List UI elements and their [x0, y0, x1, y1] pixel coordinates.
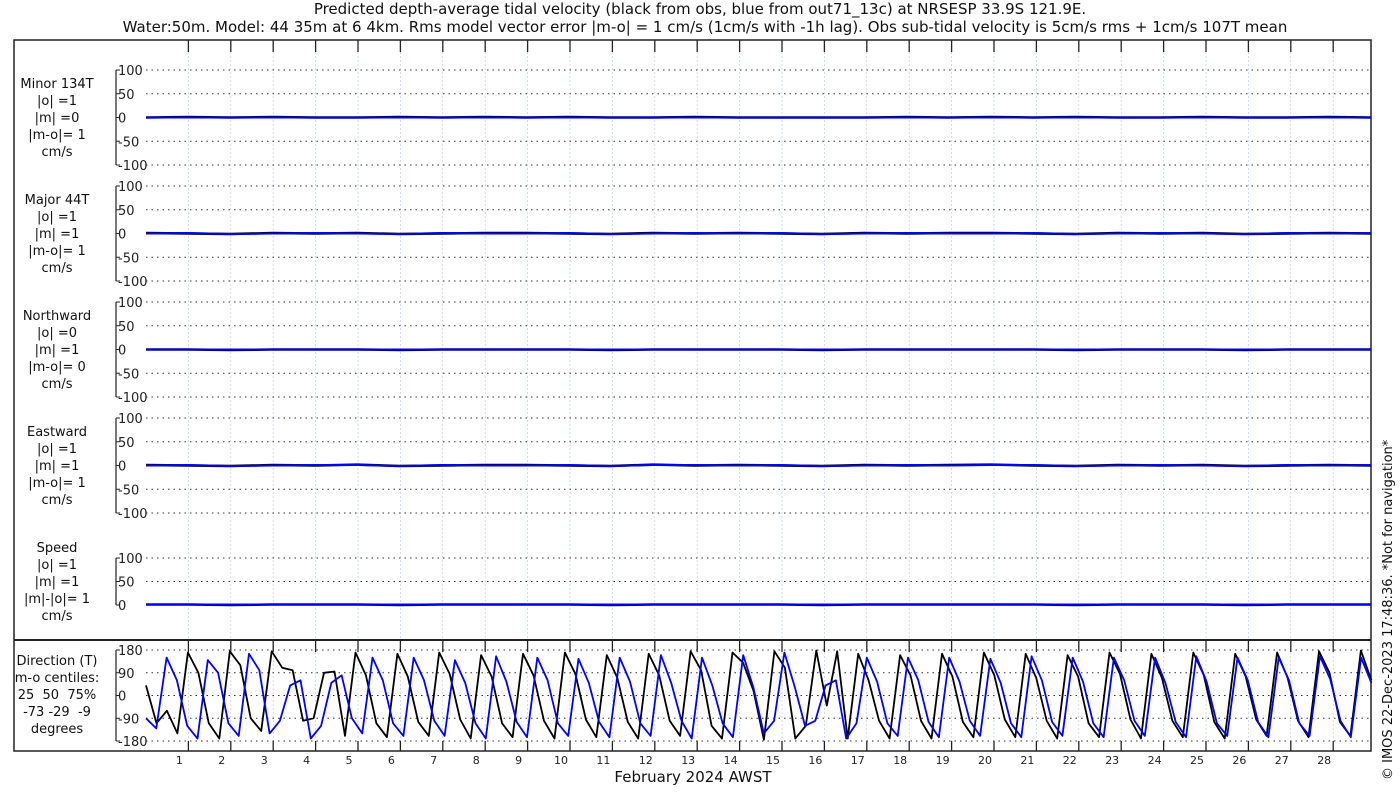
x-tick-label: 20: [978, 754, 992, 767]
x-tick-label: 8: [473, 754, 480, 767]
y-tick-label: 100: [118, 296, 143, 311]
x-tick-label: 9: [515, 754, 522, 767]
panel-label-line: cm/s: [41, 145, 73, 160]
x-tick-label: 11: [596, 754, 610, 767]
y-tick-label: -100: [118, 275, 148, 290]
panel-label-line: |m-o|= 1: [28, 244, 86, 259]
panel-label-line: |m|-|o|= 1: [23, 592, 91, 607]
y-tick-label: 50: [118, 320, 135, 335]
x-tick-label: 1: [176, 754, 183, 767]
panel-label-northward: Northward |o| =0 |m| =1 |m-o|= 0 cm/s: [2, 308, 112, 393]
y-tick-label: 0: [118, 599, 126, 614]
panel-label-line: |m| =1: [34, 343, 80, 358]
x-axis-label: February 2024 AWST: [614, 768, 772, 786]
x-tick-label: 22: [1063, 754, 1077, 767]
panel-label-line: m-o centiles:: [14, 671, 100, 686]
panel-label-line: Speed: [36, 541, 78, 556]
panel-label-minor: Minor 134T |o| =1 |m| =0 |m-o|= 1 cm/s: [2, 76, 112, 161]
panel-label-line: |m-o|= 1: [28, 476, 86, 491]
y-tick-label: 0: [118, 112, 126, 127]
panel-label-major: Major 44T |o| =1 |m| =1 |m-o|= 1 cm/s: [2, 192, 112, 277]
panel-label-line: Northward: [22, 309, 92, 324]
x-tick-label: 25: [1190, 754, 1204, 767]
panel-label-line: Minor 134T: [20, 77, 94, 92]
panel-label-line: |m-o|= 0: [28, 360, 86, 375]
x-tick-label: 26: [1232, 754, 1246, 767]
panel-label-speed: Speed |o| =1 |m| =1 |m|-|o|= 1 cm/s: [2, 540, 112, 625]
panel-label-line: |m-o|= 1: [28, 128, 86, 143]
panel-label-line: Eastward: [26, 425, 88, 440]
x-tick-label: 21: [1020, 754, 1034, 767]
panel-label-line: |o| =1: [36, 210, 77, 225]
x-tick-label: 10: [554, 754, 568, 767]
y-tick-label: 90: [118, 667, 135, 682]
eastward-model-line: [145, 464, 1372, 467]
panel-label-line: cm/s: [41, 609, 73, 624]
y-tick-label: 100: [118, 552, 143, 567]
plot-area: 1 2 3 4 5 6 7 8 9 10 11 12 13 14 15 16 17 18 19 20 21 22 23 24 2…: [13, 39, 1373, 767]
y-tick-label: 50: [118, 436, 135, 451]
panel-label-line: cm/s: [41, 493, 73, 508]
x-tick-label: 17: [851, 754, 865, 767]
x-tick-label: 4: [303, 754, 310, 767]
panel-label-line: |o| =1: [36, 442, 77, 457]
y-tick-label: 0: [118, 228, 126, 243]
x-tick-label: 24: [1148, 754, 1162, 767]
y-tick-label: 50: [118, 88, 135, 103]
y-tick-label: -100: [118, 159, 148, 174]
y-tick-label: -100: [118, 391, 148, 406]
y-tick-label: 0: [118, 690, 126, 705]
panel-label-line: cm/s: [41, 377, 73, 392]
panel-label-line: |o| =1: [36, 558, 77, 573]
y-tick-label: 50: [118, 576, 135, 591]
y-tick-label: 100: [118, 412, 143, 427]
panel-label-line: |m| =1: [34, 459, 80, 474]
y-tick-label: -100: [118, 507, 148, 522]
panel-label-line: |m| =0: [34, 111, 80, 126]
panel-label-eastward: Eastward |o| =1 |m| =1 |m-o|= 1 cm/s: [2, 424, 112, 509]
y-tick-label: 100: [118, 64, 143, 79]
x-tick-label: 16: [808, 754, 822, 767]
panel-label-line: Major 44T: [24, 193, 90, 208]
y-tick-label: 100: [118, 180, 143, 195]
y-tick-label: 0: [118, 460, 126, 475]
x-tick-label: 28: [1317, 754, 1331, 767]
panel-label-line: degrees: [30, 722, 84, 737]
x-tick-label: 27: [1275, 754, 1289, 767]
panel-label-line: -73 -29 -9: [23, 705, 91, 720]
panel-label-line: |o| =0: [36, 326, 77, 341]
panel-label-line: 25 50 75%: [17, 688, 97, 703]
y-tick-label: 180: [118, 644, 143, 659]
y-tick-label: -50: [118, 135, 139, 150]
major-model-line: [145, 232, 1372, 235]
y-tick-label: -90: [118, 712, 139, 727]
x-tick-label: 2: [218, 754, 225, 767]
x-tick-label: 13: [681, 754, 695, 767]
x-tick-label: 12: [639, 754, 653, 767]
x-tick-label: 6: [388, 754, 395, 767]
x-tick-label: 3: [261, 754, 268, 767]
x-tick-label: 15: [766, 754, 780, 767]
y-tick-label: 50: [118, 204, 135, 219]
y-tick-label: 0: [118, 344, 126, 359]
y-tick-label: -50: [118, 251, 139, 266]
panel-label-line: |o| =1: [36, 94, 77, 109]
panel-label-line: |m| =1: [34, 575, 80, 590]
y-tick-label: -50: [118, 483, 139, 498]
panel-label-line: |m| =1: [34, 227, 80, 242]
x-tick-label: 18: [893, 754, 907, 767]
outer-frame: [13, 39, 1372, 752]
x-tick-label: 5: [346, 754, 353, 767]
y-tick-label: -50: [118, 367, 139, 382]
panel-label-direction: Direction (T) m-o centiles: 25 50 75% -73 -…: [2, 653, 112, 738]
copyright-notice: © IMOS 22-Dec-2023 17:48:36. *Not for na…: [1381, 439, 1396, 780]
panel-label-line: Direction (T): [16, 654, 98, 669]
panel-label-line: cm/s: [41, 261, 73, 276]
x-tick-label: 19: [936, 754, 950, 767]
x-tick-label: 7: [430, 754, 437, 767]
y-tick-label: -180: [118, 735, 148, 750]
x-tick-label: 14: [724, 754, 738, 767]
x-tick-label: 23: [1105, 754, 1119, 767]
